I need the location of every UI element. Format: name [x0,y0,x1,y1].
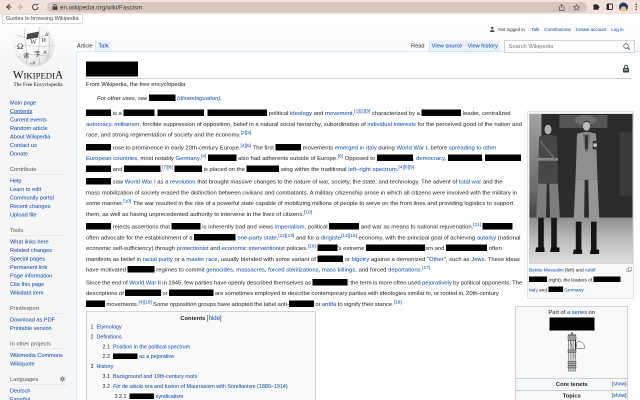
svg-text:A: A [43,50,47,56]
svg-text:字: 字 [34,49,41,58]
svg-text:И: И [42,38,47,44]
svg-text:W: W [30,38,37,46]
svg-text:ف: ف [30,60,35,66]
svg-text:诸: 诸 [23,52,29,60]
svg-text:Ω: Ω [17,41,23,51]
